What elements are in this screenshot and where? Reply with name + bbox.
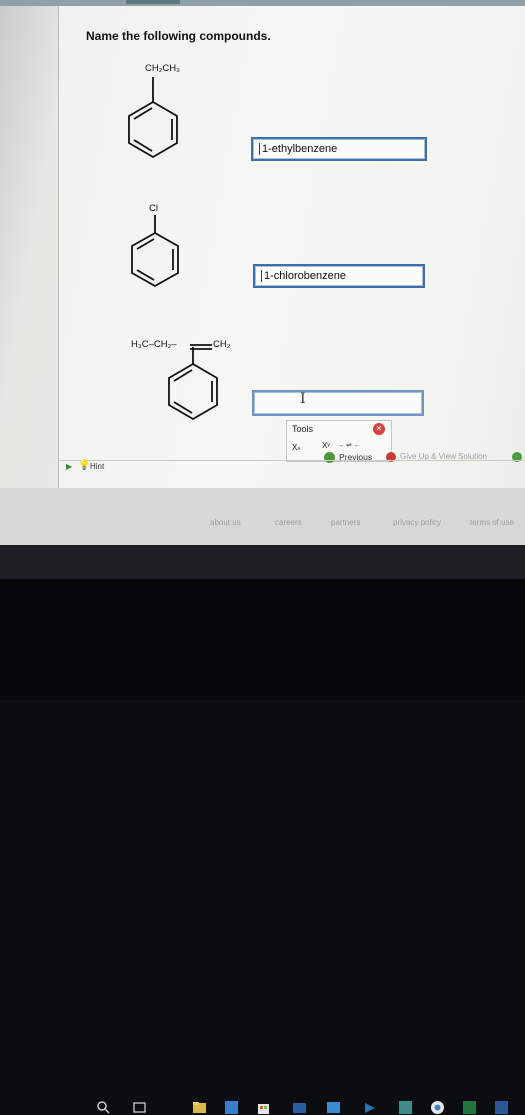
monitor-bezel <box>0 579 525 700</box>
compound-1-substituent-label: CH₂CH₃ <box>145 63 180 74</box>
hint-row <box>58 460 525 477</box>
top-nav-tab[interactable] <box>126 0 180 4</box>
tools-close-icon[interactable]: ✕ <box>373 423 385 435</box>
compound-2-answer-field[interactable]: 1-chlorobenzene <box>253 264 425 288</box>
search-icon[interactable] <box>96 1100 111 1115</box>
browser-screen: Name the following compounds. CH₂CH₃ 1-e… <box>0 0 525 545</box>
footer-link-partners[interactable]: partners <box>331 518 360 527</box>
page-footer <box>0 488 525 545</box>
excel-icon[interactable] <box>462 1100 477 1115</box>
mail-icon[interactable] <box>292 1100 307 1115</box>
task-view-icon[interactable] <box>132 1100 147 1115</box>
text-cursor-icon: I <box>300 391 306 407</box>
media-icon[interactable] <box>362 1100 377 1115</box>
subscript-button[interactable]: Xₙ <box>292 443 301 452</box>
footer-link-terms[interactable]: terms of use <box>470 518 514 527</box>
compound-1-structure <box>128 77 178 159</box>
calculator-icon[interactable] <box>398 1100 413 1115</box>
lightbulb-icon: 💡 <box>78 460 91 471</box>
footer-link-about[interactable]: about us <box>210 518 241 527</box>
footer-link-privacy[interactable]: privacy policy <box>393 518 441 527</box>
store-icon[interactable] <box>256 1100 271 1115</box>
reaction-arrows-button[interactable]: → ⇌ ← <box>337 441 361 449</box>
hint-link[interactable]: Hint <box>90 462 104 471</box>
file-explorer-icon[interactable] <box>192 1100 207 1115</box>
chrome-icon[interactable] <box>430 1100 445 1115</box>
photos-icon[interactable] <box>326 1100 341 1115</box>
footer-link-careers[interactable]: careers <box>275 518 302 527</box>
taskbar <box>0 545 525 1114</box>
compound-3-answer-field[interactable] <box>252 390 424 416</box>
question-title: Name the following compounds. <box>86 29 271 43</box>
compound-3-structure <box>168 344 218 421</box>
superscript-button[interactable]: Xʸ <box>322 441 330 450</box>
expand-arrow-icon[interactable]: ▶ <box>66 462 72 471</box>
compound-2-structure <box>131 215 179 288</box>
tools-label: Tools <box>292 424 314 434</box>
word-icon[interactable] <box>494 1100 509 1115</box>
compound-1-answer-field[interactable]: 1-ethylbenzene <box>251 137 427 161</box>
edge-icon[interactable] <box>224 1100 239 1115</box>
